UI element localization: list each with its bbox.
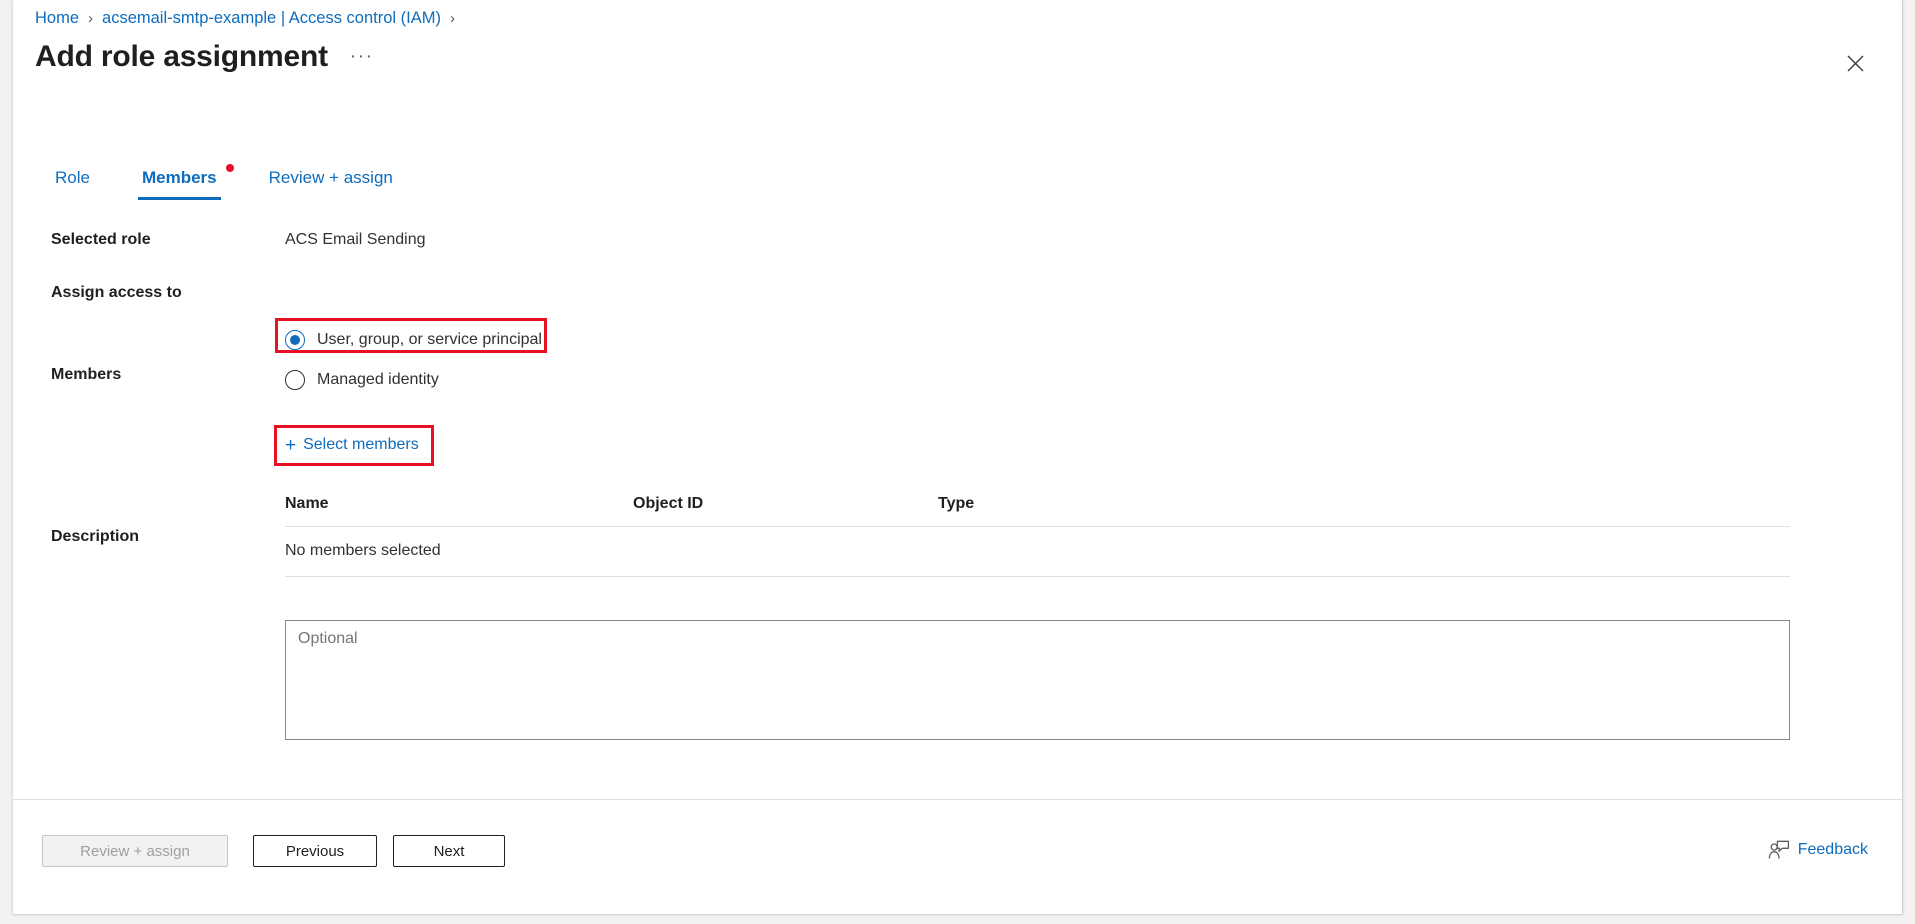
members-table-empty-objid	[633, 542, 938, 560]
page-title: Add role assignment	[35, 40, 328, 74]
column-header-type: Type	[938, 495, 1790, 513]
members-label: Members	[51, 366, 121, 384]
tab-members[interactable]: Members	[138, 168, 221, 200]
breadcrumb-separator-icon: ›	[88, 11, 93, 26]
select-members-link[interactable]: + Select members	[285, 430, 419, 460]
close-icon	[1847, 55, 1864, 72]
tab-members-label: Members	[142, 168, 217, 187]
review-assign-button[interactable]: Review + assign	[42, 835, 228, 867]
selected-role-value: ACS Email Sending	[285, 231, 426, 249]
description-label: Description	[51, 528, 139, 546]
tab-review-assign[interactable]: Review + assign	[265, 168, 397, 200]
previous-button[interactable]: Previous	[253, 835, 377, 867]
description-input[interactable]	[285, 620, 1790, 740]
breadcrumb-separator-icon-2: ›	[450, 11, 455, 26]
column-header-name: Name	[285, 495, 633, 513]
more-options-icon[interactable]: ···	[350, 47, 373, 66]
breadcrumb: Home › acsemail-smtp-example | Access co…	[35, 9, 464, 28]
members-table-empty-message: No members selected	[285, 542, 633, 560]
assign-access-to-label: Assign access to	[51, 284, 182, 302]
next-button[interactable]: Next	[393, 835, 505, 867]
feedback-label: Feedback	[1798, 841, 1868, 859]
radio-managed-identity-label: Managed identity	[317, 371, 439, 389]
feedback-link[interactable]: Feedback	[1768, 840, 1868, 860]
blade-footer: Review + assign Previous Next Feedback	[13, 799, 1902, 914]
radio-user-group-service-principal-label: User, group, or service principal	[317, 331, 542, 349]
plus-icon: +	[285, 436, 296, 455]
radio-managed-identity[interactable]: Managed identity	[285, 364, 542, 396]
breadcrumb-item-home[interactable]: Home	[35, 9, 79, 28]
members-table-empty-row: No members selected	[285, 527, 1790, 577]
column-header-object-id: Object ID	[633, 495, 938, 513]
members-table-header-row: Name Object ID Type	[285, 495, 1790, 527]
radio-unselected-icon	[285, 370, 305, 390]
members-table: Name Object ID Type No members selected	[285, 495, 1790, 577]
tab-review-assign-label: Review + assign	[269, 168, 393, 187]
close-blade-button[interactable]	[1838, 46, 1872, 80]
radio-user-group-service-principal[interactable]: User, group, or service principal	[285, 324, 542, 356]
tab-role[interactable]: Role	[51, 168, 94, 200]
members-table-empty-type	[938, 542, 1790, 560]
breadcrumb-item-access-control[interactable]: acsemail-smtp-example | Access control (…	[102, 9, 441, 28]
wizard-tabs: Role Members Review + assign	[51, 168, 397, 200]
select-members-label: Select members	[303, 436, 419, 454]
title-row: Add role assignment ···	[35, 40, 373, 74]
radio-selected-icon	[285, 330, 305, 350]
tab-role-label: Role	[55, 168, 90, 187]
feedback-person-icon	[1768, 840, 1790, 860]
add-role-assignment-blade: Home › acsemail-smtp-example | Access co…	[12, 0, 1903, 915]
tab-members-required-dot-icon	[226, 164, 234, 172]
assign-access-to-radio-group: User, group, or service principal Manage…	[285, 324, 542, 396]
selected-role-label: Selected role	[51, 231, 151, 249]
